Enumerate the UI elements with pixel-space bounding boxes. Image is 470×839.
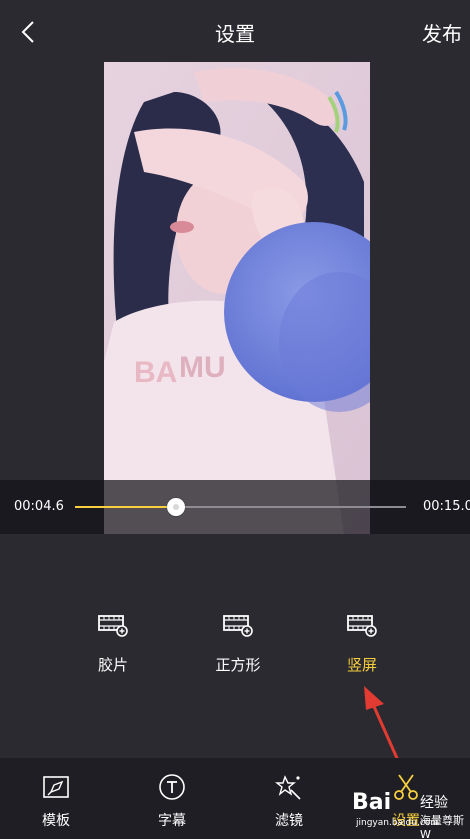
- nav-label: 设置: [392, 813, 420, 829]
- scissors-icon: [394, 774, 418, 800]
- film-icon: [223, 615, 253, 637]
- ratio-option-square[interactable]: 正方形: [193, 612, 283, 675]
- nav-label: 字幕: [158, 813, 186, 829]
- page-title: 设置: [215, 22, 255, 46]
- video-preview[interactable]: BA MU: [104, 62, 370, 534]
- nav-item-filter[interactable]: 滤镜: [249, 772, 329, 830]
- current-time: 00:04.6: [14, 499, 64, 514]
- ratio-option-portrait[interactable]: 竖屏: [317, 612, 407, 675]
- ratio-option-film[interactable]: 胶片: [68, 612, 158, 675]
- film-icon: [347, 615, 377, 637]
- bottom-nav: 模板 字幕 滤镜 设置: [0, 758, 470, 839]
- progress-handle-center: [173, 504, 180, 510]
- nav-item-settings[interactable]: 设置: [366, 772, 446, 830]
- film-icon: [98, 615, 128, 637]
- aspect-ratio-options: 胶片 正方形 竖屏: [0, 612, 470, 682]
- ratio-label: 胶片: [97, 656, 128, 674]
- total-time: 00:15.0: [423, 499, 470, 514]
- svg-text:MU: MU: [179, 351, 226, 384]
- settings-screen: 设置 发布 BA MU 00:04.6 00:15.0 胶片 正方形 竖屏 模板…: [0, 0, 470, 839]
- nav-label: 模板: [42, 813, 70, 829]
- preview-image: BA MU: [104, 62, 370, 534]
- ratio-label: 正方形: [215, 656, 261, 674]
- text-icon: [159, 774, 185, 800]
- top-bar: 设置 发布: [0, 0, 470, 62]
- progress-slider[interactable]: [75, 498, 406, 516]
- nav-item-template[interactable]: 模板: [16, 772, 96, 830]
- template-icon: [43, 776, 69, 798]
- nav-label: 滤镜: [275, 813, 303, 829]
- publish-button[interactable]: 发布: [422, 18, 462, 47]
- nav-item-subtitle[interactable]: 字幕: [132, 772, 212, 830]
- magic-wand-icon: [275, 775, 301, 800]
- ratio-label: 竖屏: [346, 656, 377, 674]
- progress-fill: [75, 506, 177, 508]
- svg-text:BA: BA: [134, 356, 177, 389]
